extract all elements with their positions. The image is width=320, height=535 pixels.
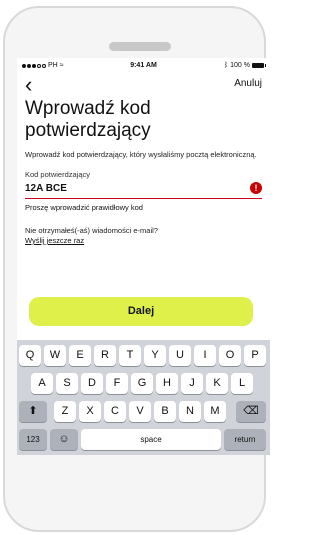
key-v[interactable]: V <box>129 401 151 422</box>
battery-icon <box>252 63 266 68</box>
key-b[interactable]: B <box>154 401 176 422</box>
key-z[interactable]: Z <box>54 401 76 422</box>
key-j[interactable]: J <box>181 373 203 394</box>
next-button[interactable]: Dalej <box>29 297 253 326</box>
key-g[interactable]: G <box>131 373 153 394</box>
key-x[interactable]: X <box>79 401 101 422</box>
error-message: Proszę wprowadzić prawidłowy kod <box>25 203 143 212</box>
key-c[interactable]: C <box>104 401 126 422</box>
key-n[interactable]: N <box>179 401 201 422</box>
bluetooth-icon: ᛒ <box>223 62 229 69</box>
key-w[interactable]: W <box>44 345 66 366</box>
cancel-button[interactable]: Anuluj <box>234 78 262 89</box>
emoji-key-icon[interactable]: ☺ <box>50 429 78 450</box>
battery-percent: 100 % <box>230 62 250 69</box>
key-k[interactable]: K <box>206 373 228 394</box>
backspace-key-icon[interactable]: ⌫ <box>236 401 266 422</box>
error-icon: ! <box>250 182 262 194</box>
resend-question: Nie otrzymałeś(-aś) wiadomości e-mail? <box>25 226 158 235</box>
key-q[interactable]: Q <box>19 345 41 366</box>
key-o[interactable]: O <box>219 345 241 366</box>
back-chevron-icon[interactable]: ‹ <box>25 74 32 96</box>
numbers-key[interactable]: 123 <box>19 429 47 450</box>
space-key[interactable]: space <box>81 429 221 450</box>
phone-speaker <box>109 42 171 51</box>
nav-bar: ‹ Anuluj <box>17 74 270 98</box>
key-l[interactable]: L <box>231 373 253 394</box>
key-p[interactable]: P <box>244 345 266 366</box>
code-field-label: Kod potwierdzający <box>25 170 91 179</box>
return-key[interactable]: return <box>224 429 266 450</box>
key-f[interactable]: F <box>106 373 128 394</box>
key-y[interactable]: Y <box>144 345 166 366</box>
key-r[interactable]: R <box>94 345 116 366</box>
key-t[interactable]: T <box>119 345 141 366</box>
keyboard: Q W E R T Y U I O P A S D F G H J K L ⬆ … <box>17 340 270 455</box>
page-title: Wprowadź kod potwierdzający <box>25 98 151 141</box>
key-d[interactable]: D <box>81 373 103 394</box>
page-description: Wprowadź kod potwierdzający, który wysła… <box>25 150 257 159</box>
key-s[interactable]: S <box>56 373 78 394</box>
key-a[interactable]: A <box>31 373 53 394</box>
code-input[interactable]: 12A BCE <box>25 183 67 194</box>
key-e[interactable]: E <box>69 345 91 366</box>
code-field[interactable]: 12A BCE ! <box>25 181 262 199</box>
key-h[interactable]: H <box>156 373 178 394</box>
shift-key-icon[interactable]: ⬆ <box>19 401 47 422</box>
key-m[interactable]: M <box>204 401 226 422</box>
resend-link[interactable]: Wyślij jeszcze raz <box>25 236 262 245</box>
status-bar: PH ≈ 9:41 AM ᛒ 100 % <box>17 58 270 74</box>
status-battery-group: ᛒ 100 % <box>223 62 266 69</box>
screen: PH ≈ 9:41 AM ᛒ 100 % ‹ Anuluj Wprowadź k… <box>17 58 270 455</box>
key-u[interactable]: U <box>169 345 191 366</box>
key-i[interactable]: I <box>194 345 216 366</box>
